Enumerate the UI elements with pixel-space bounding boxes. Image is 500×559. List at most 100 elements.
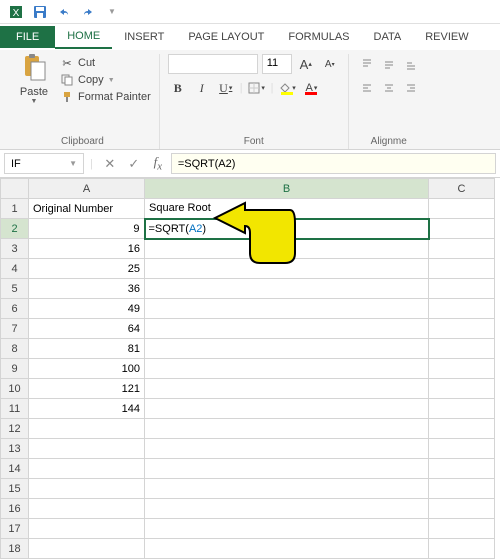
- cancel-formula-button[interactable]: ✕: [99, 153, 121, 175]
- cell[interactable]: Square Root: [145, 199, 429, 219]
- cell[interactable]: [145, 279, 429, 299]
- select-all-corner[interactable]: [1, 179, 29, 199]
- cell[interactable]: [29, 539, 145, 559]
- paste-button[interactable]: Paste ▼: [14, 54, 54, 105]
- cell[interactable]: [29, 419, 145, 439]
- align-right-button[interactable]: [401, 78, 421, 98]
- row-header[interactable]: 7: [1, 319, 29, 339]
- column-header-a[interactable]: A: [29, 179, 145, 199]
- bold-button[interactable]: B: [168, 78, 188, 98]
- cell[interactable]: [429, 539, 495, 559]
- cell-editing[interactable]: =SQRT(A2): [145, 219, 429, 239]
- cell[interactable]: [429, 279, 495, 299]
- borders-button[interactable]: ▾: [247, 78, 267, 98]
- cell[interactable]: [429, 399, 495, 419]
- cut-button[interactable]: ✂ Cut: [60, 56, 151, 70]
- row-header[interactable]: 14: [1, 459, 29, 479]
- column-header-b[interactable]: B: [145, 179, 429, 199]
- shrink-font-button[interactable]: A▾: [320, 54, 340, 74]
- cell[interactable]: [429, 459, 495, 479]
- cell[interactable]: [145, 439, 429, 459]
- cell[interactable]: [429, 239, 495, 259]
- align-left-button[interactable]: [357, 78, 377, 98]
- cell[interactable]: [145, 419, 429, 439]
- row-header[interactable]: 15: [1, 479, 29, 499]
- cell[interactable]: [429, 439, 495, 459]
- cell[interactable]: [429, 199, 495, 219]
- italic-button[interactable]: I: [192, 78, 212, 98]
- row-header[interactable]: 2: [1, 219, 29, 239]
- column-header-c[interactable]: C: [429, 179, 495, 199]
- cell[interactable]: [29, 499, 145, 519]
- row-header[interactable]: 9: [1, 359, 29, 379]
- cell[interactable]: 64: [29, 319, 145, 339]
- underline-button[interactable]: U▾: [216, 78, 236, 98]
- row-header[interactable]: 12: [1, 419, 29, 439]
- tab-review[interactable]: REVIEW: [413, 26, 480, 48]
- row-header[interactable]: 11: [1, 399, 29, 419]
- cell[interactable]: 49: [29, 299, 145, 319]
- cell[interactable]: [429, 499, 495, 519]
- row-header[interactable]: 10: [1, 379, 29, 399]
- fill-color-button[interactable]: ▾: [277, 78, 297, 98]
- cell[interactable]: [145, 399, 429, 419]
- row-header[interactable]: 1: [1, 199, 29, 219]
- qat-dropdown-icon[interactable]: ▼: [104, 4, 120, 20]
- row-header[interactable]: 6: [1, 299, 29, 319]
- undo-icon[interactable]: [56, 4, 72, 20]
- tab-formulas[interactable]: FORMULAS: [276, 26, 361, 48]
- formula-input[interactable]: =SQRT(A2): [171, 153, 496, 174]
- cell[interactable]: [429, 319, 495, 339]
- cell[interactable]: [145, 539, 429, 559]
- cell[interactable]: [429, 219, 495, 239]
- copy-button[interactable]: Copy ▼: [60, 73, 151, 87]
- redo-icon[interactable]: [80, 4, 96, 20]
- cell[interactable]: [145, 319, 429, 339]
- cell[interactable]: [429, 479, 495, 499]
- cell[interactable]: [145, 339, 429, 359]
- cell-referenced[interactable]: 9: [29, 219, 145, 239]
- cell[interactable]: Original Number: [29, 199, 145, 219]
- row-header[interactable]: 13: [1, 439, 29, 459]
- cell[interactable]: [145, 479, 429, 499]
- cell[interactable]: [429, 259, 495, 279]
- cell[interactable]: [145, 499, 429, 519]
- align-middle-button[interactable]: [379, 54, 399, 74]
- cell[interactable]: [429, 519, 495, 539]
- cell[interactable]: [145, 299, 429, 319]
- row-header[interactable]: 3: [1, 239, 29, 259]
- row-header[interactable]: 4: [1, 259, 29, 279]
- row-header[interactable]: 8: [1, 339, 29, 359]
- grow-font-button[interactable]: A▴: [296, 54, 316, 74]
- font-color-button[interactable]: A▾: [301, 78, 321, 98]
- row-header[interactable]: 18: [1, 539, 29, 559]
- row-header[interactable]: 17: [1, 519, 29, 539]
- align-bottom-button[interactable]: [401, 54, 421, 74]
- cell[interactable]: [145, 459, 429, 479]
- confirm-formula-button[interactable]: ✓: [123, 153, 145, 175]
- cell[interactable]: 81: [29, 339, 145, 359]
- cell[interactable]: 100: [29, 359, 145, 379]
- tab-insert[interactable]: INSERT: [112, 26, 176, 48]
- font-size-select[interactable]: 11: [262, 54, 292, 74]
- name-box[interactable]: IF ▼: [4, 153, 84, 174]
- align-center-button[interactable]: [379, 78, 399, 98]
- row-header[interactable]: 5: [1, 279, 29, 299]
- tab-data[interactable]: DATA: [362, 26, 414, 48]
- cell[interactable]: [29, 479, 145, 499]
- cell[interactable]: [145, 359, 429, 379]
- tab-file[interactable]: FILE: [0, 26, 55, 48]
- font-name-select[interactable]: [168, 54, 258, 74]
- cell[interactable]: [145, 519, 429, 539]
- cell[interactable]: [145, 259, 429, 279]
- cell[interactable]: [145, 239, 429, 259]
- cell[interactable]: [429, 359, 495, 379]
- tab-page-layout[interactable]: PAGE LAYOUT: [176, 26, 276, 48]
- cell[interactable]: [429, 379, 495, 399]
- cell[interactable]: 36: [29, 279, 145, 299]
- cell[interactable]: [429, 299, 495, 319]
- cell[interactable]: 16: [29, 239, 145, 259]
- cell[interactable]: [29, 459, 145, 479]
- cell[interactable]: [29, 519, 145, 539]
- cell[interactable]: [429, 419, 495, 439]
